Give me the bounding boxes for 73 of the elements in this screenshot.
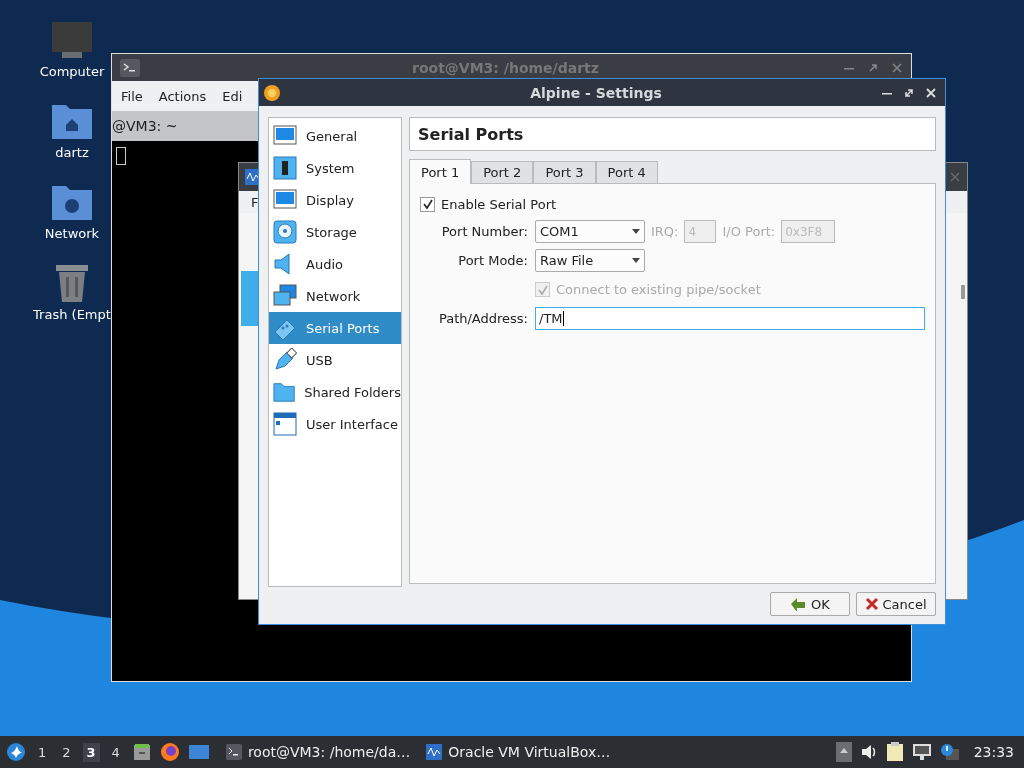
network-icon (273, 284, 297, 308)
workspace-button[interactable]: 2 (58, 742, 75, 762)
virtualbox-icon (426, 744, 443, 760)
window-title: root@VM3: /home/dartz (412, 59, 599, 76)
scrollbar-handle[interactable] (961, 285, 965, 299)
clipboard-icon[interactable] (885, 742, 904, 762)
desktop-icon-label[interactable]: Computer (39, 64, 105, 79)
tab[interactable]: Port 3 (533, 161, 596, 183)
sidebar-item[interactable]: User Interface (269, 408, 401, 440)
dialog-button[interactable]: OK (770, 592, 850, 616)
caret-icon (632, 229, 640, 234)
sidebar-item[interactable]: Audio (269, 248, 401, 280)
menu-item[interactable]: Actions (158, 88, 207, 104)
sidebar-item[interactable]: Display (269, 184, 401, 216)
checkbox-label[interactable]: Enable Serial Port (441, 196, 557, 212)
field-label: Port Mode: (457, 253, 528, 268)
menu-item[interactable]: Edi (222, 88, 243, 104)
notification-icon[interactable] (939, 743, 960, 761)
sidebar-item[interactable]: USB (269, 344, 401, 376)
maximize-icon[interactable] (903, 86, 915, 99)
speaker-icon[interactable] (859, 743, 878, 761)
sidebar-item[interactable]: General (269, 120, 401, 152)
network-icon[interactable] (911, 743, 932, 761)
monitor-icon (273, 124, 297, 148)
checkbox[interactable] (420, 196, 435, 212)
menu-item[interactable]: F (251, 194, 259, 210)
port-number-dropdown[interactable]: COM1 (535, 220, 645, 243)
selected-vm-row[interactable] (241, 271, 261, 326)
monitor-icon (273, 188, 297, 212)
page-title: Serial Ports (418, 124, 524, 144)
usb-plug-icon (273, 348, 297, 372)
workspace-button[interactable]: 3 (82, 742, 100, 762)
terminal-icon (120, 58, 140, 77)
folder-icon (273, 380, 296, 404)
desktop-icon[interactable] (187, 742, 210, 762)
clock[interactable]: 23:33 (973, 744, 1014, 760)
text-cursor (116, 147, 126, 165)
taskbar-task[interactable]: Oracle VM VirtualBox… (426, 744, 611, 760)
window-icon (273, 412, 297, 436)
tab[interactable]: Port 4 (595, 161, 658, 183)
chip-icon (273, 156, 297, 180)
gear-icon (263, 83, 281, 102)
taskbar-task[interactable]: root@VM3: /home/da… (225, 744, 411, 760)
field-label: I/O Port: (722, 224, 776, 239)
eject-icon[interactable] (835, 742, 852, 762)
port-mode-dropdown[interactable]: Raw File (535, 249, 645, 272)
sidebar-item[interactable]: System (269, 152, 401, 184)
field-label: Port Number: (440, 224, 528, 239)
menu-item[interactable]: File (121, 88, 143, 104)
path-field[interactable]: /TM (535, 307, 925, 330)
sidebar-item[interactable]: Storage (269, 216, 401, 248)
workspace-button[interactable]: 4 (107, 742, 124, 762)
sidebar-item[interactable]: Network (269, 280, 401, 312)
firefox-icon[interactable] (159, 742, 180, 762)
desktop-icon-label[interactable]: Network (44, 226, 100, 241)
sidebar-item[interactable]: Shared Folders (269, 376, 401, 408)
workspace-button[interactable]: 1 (34, 742, 51, 762)
window-title: Alpine - Settings (529, 84, 663, 101)
desktop-icon-label[interactable]: dartz (55, 145, 89, 160)
terminal-icon (225, 744, 242, 760)
field-label: Path/Address: (437, 311, 528, 326)
dialog-button[interactable]: Cancel (856, 592, 936, 616)
tab[interactable]: Port 2 (471, 161, 534, 183)
computer-icon[interactable] (50, 20, 94, 60)
sidebar-item[interactable]: Serial Ports (269, 312, 401, 344)
file-cabinet-icon[interactable] (131, 742, 152, 762)
cross-icon (865, 597, 880, 611)
caret-icon (632, 258, 640, 263)
start-menu-icon[interactable] (6, 742, 26, 762)
tab[interactable]: Port 1 (409, 159, 472, 184)
field-label: IRQ: (651, 224, 679, 239)
terminal-tab[interactable]: @VM3: ~ (112, 118, 178, 134)
desktop-icon-label[interactable]: Trash (Empt (33, 307, 111, 322)
